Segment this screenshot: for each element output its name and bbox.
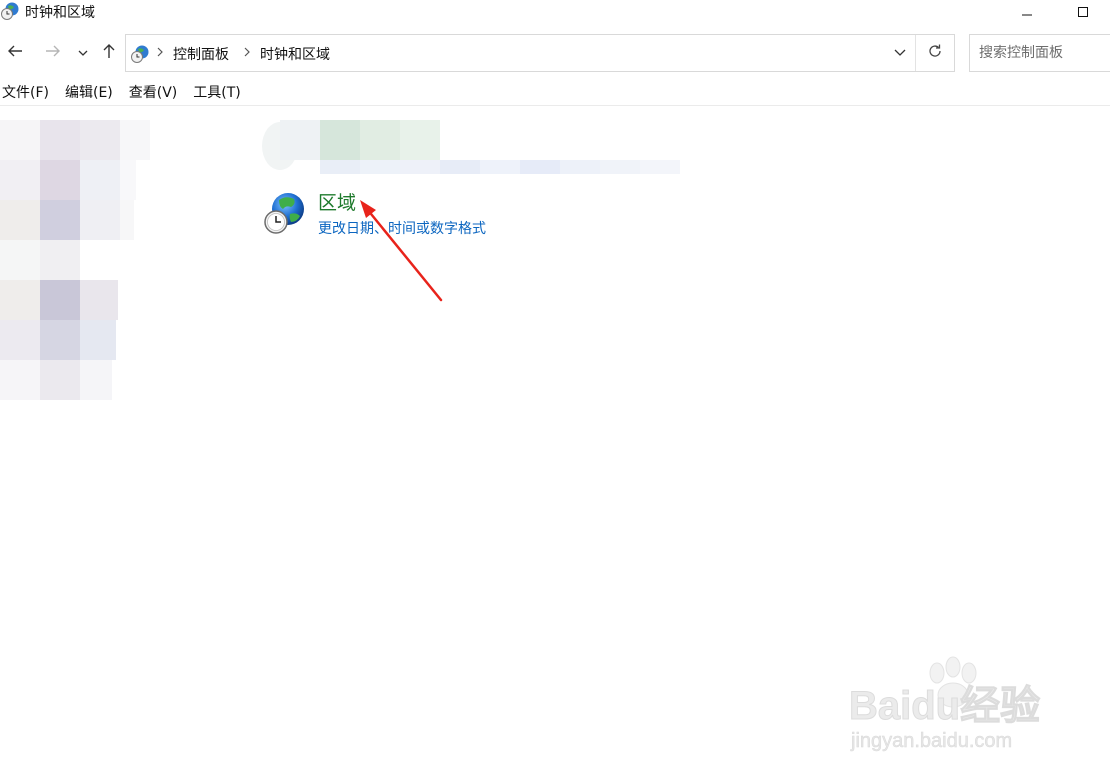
watermark-brand: Baidu经验 <box>849 684 1040 728</box>
arrow-left-icon <box>6 42 24 64</box>
maximize-button[interactable] <box>1060 0 1106 24</box>
chevron-right-icon <box>155 43 165 61</box>
arrow-up-icon <box>100 42 118 64</box>
blurred-section-header <box>262 120 682 176</box>
globe-clock-icon[interactable] <box>262 190 308 236</box>
clock-globe-icon <box>0 1 20 21</box>
arrow-right-icon <box>44 42 62 64</box>
red-arrow-icon <box>340 185 460 315</box>
refresh-button[interactable] <box>916 35 954 71</box>
up-button[interactable] <box>95 38 123 68</box>
menu-edit[interactable]: 编辑(E) <box>63 82 115 106</box>
recent-locations-button[interactable] <box>70 38 96 68</box>
chevron-right-icon <box>242 43 252 61</box>
menu-bar: 文件(F) 编辑(E) 查看(V) 工具(T) <box>0 82 255 106</box>
baidu-jingyan-watermark: Baidu经验 jingyan.baidu.com <box>845 655 1065 765</box>
blurred-sidebar <box>0 120 160 400</box>
menu-divider <box>0 105 1110 106</box>
breadcrumb-clock-region[interactable]: 时钟和区域 <box>260 44 330 64</box>
chevron-down-icon <box>893 44 907 63</box>
clock-globe-icon <box>130 44 150 64</box>
forward-button[interactable] <box>39 38 67 68</box>
window-title: 时钟和区域 <box>25 5 95 21</box>
back-button[interactable] <box>1 38 29 68</box>
breadcrumb-control-panel[interactable]: 控制面板 <box>173 44 229 64</box>
address-bar[interactable]: 控制面板 时钟和区域 <box>125 34 955 72</box>
search-box[interactable] <box>969 34 1110 72</box>
title-bar: 时钟和区域 <box>0 0 1110 24</box>
menu-view[interactable]: 查看(V) <box>127 82 180 106</box>
address-history-button[interactable] <box>882 35 918 71</box>
search-input[interactable] <box>970 35 1110 71</box>
chevron-down-icon <box>77 44 89 63</box>
refresh-icon <box>927 43 943 63</box>
menu-tools[interactable]: 工具(T) <box>191 82 242 106</box>
menu-file[interactable]: 文件(F) <box>0 82 51 106</box>
minimize-button[interactable] <box>1004 0 1050 24</box>
watermark-url: jingyan.baidu.com <box>850 730 1012 752</box>
